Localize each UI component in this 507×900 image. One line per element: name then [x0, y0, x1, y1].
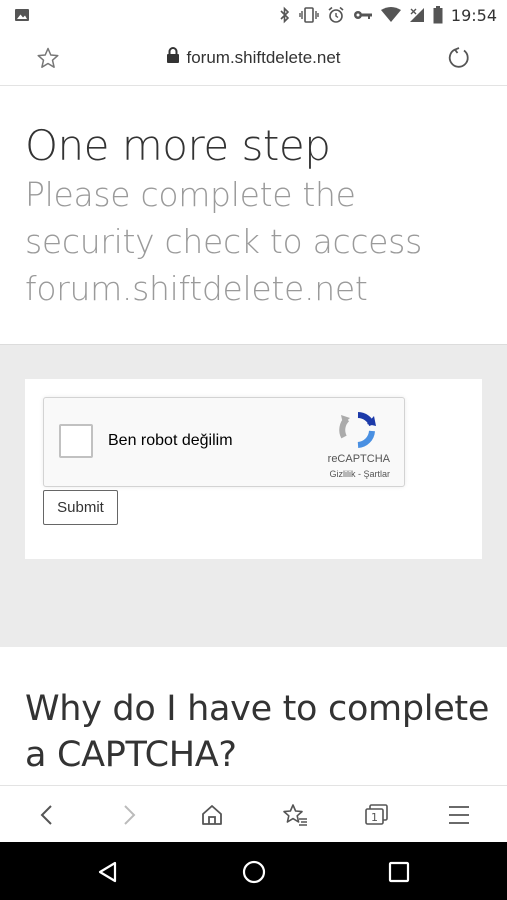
recaptcha-label: Ben robot değilim [108, 432, 233, 449]
android-nav-bar [0, 842, 507, 900]
forward-icon[interactable] [114, 800, 144, 830]
address-field[interactable]: forum.shiftdelete.net [0, 47, 507, 68]
nav-recents-icon[interactable] [383, 856, 415, 888]
bookmarks-icon[interactable] [280, 800, 310, 830]
page-subtitle: Please complete the security check to ac… [25, 175, 422, 308]
nav-home-icon[interactable] [238, 856, 270, 888]
url-text: forum.shiftdelete.net [186, 47, 341, 67]
page-title: One more step [25, 121, 331, 170]
status-time: 19:54 [450, 5, 497, 25]
vibrate-icon [299, 6, 319, 24]
submit-button[interactable]: Submit [43, 490, 118, 525]
home-icon[interactable] [197, 800, 227, 830]
browser-toolbar: 1 [0, 785, 507, 842]
tab-count: 1 [371, 811, 378, 824]
menu-icon[interactable] [444, 800, 474, 830]
alarm-icon [327, 6, 345, 24]
lock-icon [166, 47, 180, 68]
recaptcha-logo-icon [338, 411, 378, 454]
url-bar: forum.shiftdelete.net [0, 30, 507, 86]
captcha-band: Ben robot değilim reCAPTCHA Gizlilik - Ş… [0, 344, 507, 647]
battery-icon [433, 6, 443, 24]
captcha-card: Ben robot değilim reCAPTCHA Gizlilik - Ş… [25, 379, 482, 559]
wifi-icon [380, 7, 401, 23]
nav-back-icon[interactable] [92, 856, 124, 888]
image-icon [14, 7, 30, 23]
bluetooth-icon [279, 6, 291, 24]
recaptcha-privacy-terms-link[interactable]: Gizlilik - Şartlar [329, 469, 390, 479]
status-icons: 19:54 [279, 6, 497, 25]
header-section: One more step Please complete the securi… [0, 87, 507, 344]
status-bar: 19:54 [0, 0, 507, 30]
recaptcha-checkbox[interactable] [59, 424, 93, 458]
tabs-icon[interactable]: 1 [362, 800, 392, 830]
why-section: Why do I have to complete a CAPTCHA? [0, 648, 507, 785]
recaptcha-widget: Ben robot değilim reCAPTCHA Gizlilik - Ş… [43, 397, 405, 487]
why-heading: Why do I have to complete a CAPTCHA? [25, 689, 490, 775]
back-icon[interactable] [32, 800, 62, 830]
reload-icon[interactable] [446, 45, 472, 76]
signal-icon [409, 7, 425, 23]
key-icon [353, 8, 373, 22]
recaptcha-brand: reCAPTCHA [327, 453, 390, 465]
